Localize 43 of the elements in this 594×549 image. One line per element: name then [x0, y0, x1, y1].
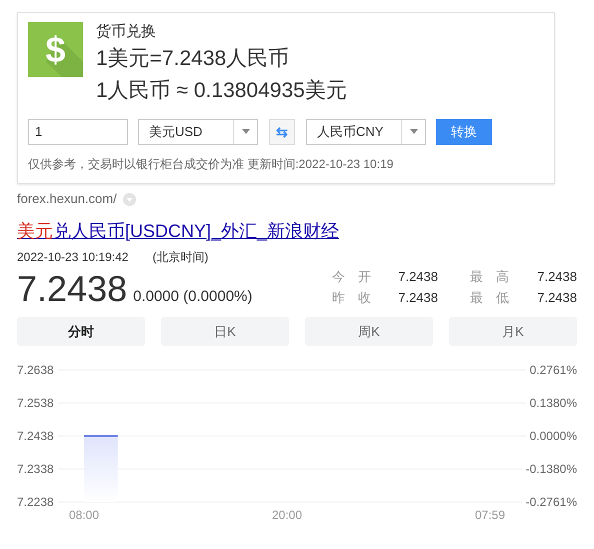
rate-text: 1美元=7.2438人民币 [96, 46, 290, 72]
currency-select[interactable]: 人民币CNY [306, 118, 426, 144]
axis-label: 7.2338 [17, 463, 58, 475]
axis-label: -0.2761% [522, 496, 577, 508]
stat-value: 7.2438 [536, 289, 577, 307]
stat-value: 7.2438 [536, 268, 577, 286]
stat-value: 7.2438 [397, 289, 438, 307]
stat-label: 昨 收 [332, 289, 372, 307]
converter-title: 货币兑换 [96, 22, 157, 42]
axis-label: 08:00 [68, 509, 100, 521]
axis-label: -0.1380% [522, 463, 577, 475]
price-change: 0.0000 (0.0000%) [133, 287, 252, 307]
chart-tab[interactable]: 日K [161, 317, 289, 346]
stat-value: 7.2438 [397, 268, 438, 286]
axis-label: 7.2538 [17, 397, 58, 409]
axis-label: 07:59 [474, 509, 506, 521]
stat-label: 最 高 [470, 268, 510, 286]
axis-label: 7.2238 [17, 496, 58, 508]
rate-text: 1人民币 ≈ 0.13804935美元 [96, 78, 347, 104]
dollar-icon: $ [28, 22, 83, 77]
caret-icon [242, 129, 250, 134]
chart-tab[interactable]: 周K [305, 317, 433, 346]
price: 7.2438 [17, 270, 128, 308]
axis-label: 7.2638 [17, 364, 58, 376]
caret-icon [410, 129, 418, 134]
axis-label: 0.2761% [526, 364, 577, 376]
axis-label: 0.0000% [526, 430, 577, 442]
timestamp: 2022-10-23 10:19:42 [17, 249, 128, 266]
price-area [84, 435, 118, 502]
result-title-link[interactable]: 美元兑人民币[USDCNY]_外汇_新浪财经 [17, 219, 340, 243]
dropdown-icon[interactable] [122, 192, 136, 206]
currency-select[interactable]: 美元USD [138, 118, 258, 144]
chart-tab[interactable]: 月K [449, 317, 577, 346]
axis-label: 20:00 [272, 509, 302, 521]
axis-label: 7.2438 [17, 430, 58, 442]
stat-label: 今 开 [332, 268, 372, 286]
stat-label: 最 低 [470, 289, 510, 307]
chart-tab[interactable]: 分时 [17, 317, 145, 346]
update-note: 仅供参考，交易时以银行柜台成交价为准 更新时间:2022-10-23 10:19 [28, 156, 394, 173]
amount-field[interactable]: 1 [28, 118, 128, 144]
source-url: forex.hexun.com/ [17, 190, 117, 208]
timezone: (北京时间) [152, 249, 208, 266]
axis-label: 0.1380% [526, 397, 577, 409]
